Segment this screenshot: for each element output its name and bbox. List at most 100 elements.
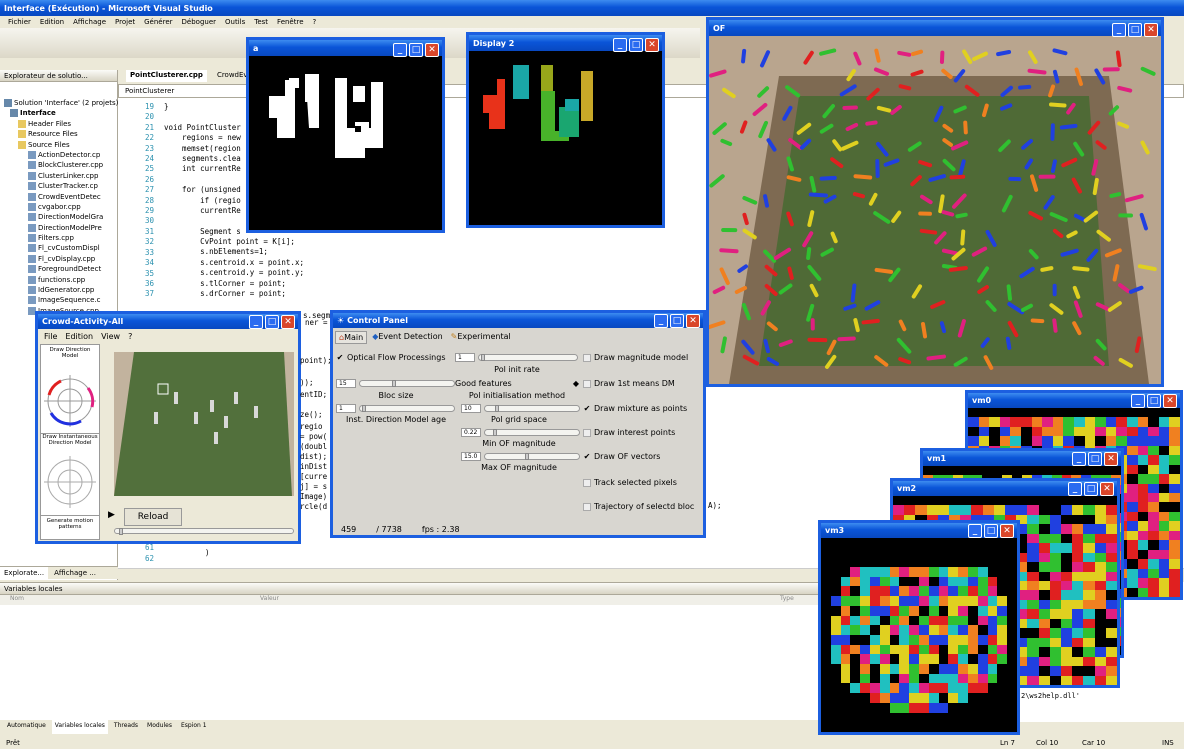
frame-slider[interactable] (114, 528, 294, 535)
minimize-icon[interactable]: _ (1112, 23, 1126, 37)
window-control-panel[interactable]: ☀ Control Panel _ □ ✕ ⌂Main ◆Event Detection… (330, 310, 706, 538)
tree-item[interactable]: Fl_cvDisplay.cpp (4, 254, 117, 264)
crowd-menu-item[interactable]: File (44, 332, 57, 341)
close-icon[interactable]: ✕ (1144, 23, 1158, 37)
menu-item[interactable]: Fenêtre (277, 18, 303, 26)
min-of-value[interactable]: 0.22 (461, 428, 481, 437)
menu-item[interactable]: Fichier (8, 18, 31, 26)
close-icon[interactable]: ✕ (1163, 394, 1177, 408)
maximize-icon[interactable]: □ (670, 314, 684, 328)
crowd-menu-item[interactable]: ? (128, 332, 132, 341)
minimize-icon[interactable]: _ (1131, 394, 1145, 408)
pol-method-select[interactable]: Good features ◆ (455, 378, 579, 389)
draw-direction-model-button[interactable]: Draw Direction Model (41, 345, 99, 371)
minimize-icon[interactable]: _ (1068, 482, 1082, 496)
tree-item[interactable]: DirectionModelGra (4, 212, 117, 222)
minimize-icon[interactable]: _ (613, 38, 627, 52)
tree-item[interactable]: IdGenerator.cpp (4, 285, 117, 295)
bottom-tab[interactable]: Modules (144, 720, 175, 734)
maximize-icon[interactable]: □ (984, 524, 998, 538)
draw-instantaneous-model-button[interactable]: Draw Instantaneous Direction Model (41, 433, 99, 451)
menu-item[interactable]: Test (254, 18, 268, 26)
tab-event-detection[interactable]: ◆Event Detection (369, 331, 445, 344)
tree-item[interactable]: Solution 'Interface' (2 projets) (4, 98, 118, 108)
cp-checkbox[interactable]: ✔ Draw mixture as points (583, 404, 688, 413)
cp-checkbox[interactable]: ✔ Draw OF vectors (583, 452, 661, 461)
close-icon[interactable]: ✕ (1000, 524, 1014, 538)
cp-checkbox[interactable]: Trajectory of selectd bloc (583, 502, 694, 511)
minimize-icon[interactable]: _ (393, 43, 407, 57)
minimize-icon[interactable]: _ (968, 524, 982, 538)
max-of-slider[interactable] (484, 453, 580, 460)
inst-age-value[interactable]: 1 (336, 404, 356, 413)
cp-checkbox[interactable]: Track selected pixels (583, 478, 677, 487)
maximize-icon[interactable]: □ (1084, 482, 1098, 496)
reload-button[interactable]: Reload (124, 508, 182, 526)
maximize-icon[interactable]: □ (1147, 394, 1161, 408)
close-icon[interactable]: ✕ (686, 314, 700, 328)
tree-item[interactable]: ClusterLinker.cpp (4, 171, 117, 181)
menu-item[interactable]: Projet (115, 18, 135, 26)
grid-space-slider[interactable] (484, 405, 580, 412)
menu-item[interactable]: ? (313, 18, 317, 26)
tab-pointclusterer[interactable]: PointClusterer.cpp (126, 70, 207, 82)
tree-item[interactable]: CrowdEventDetec (4, 192, 117, 202)
minimize-icon[interactable]: _ (249, 315, 263, 329)
bottom-tab[interactable]: Threads (111, 720, 141, 734)
min-of-slider[interactable] (484, 429, 580, 436)
window-crowd-activity[interactable]: Crowd-Activity-All _ □ ✕ File Edition View? D… (35, 311, 301, 544)
maximize-icon[interactable]: □ (629, 38, 643, 52)
tree-item[interactable]: ActionDetector.cp (4, 150, 117, 160)
window-display2[interactable]: Display 2 _ □ ✕ (466, 32, 665, 228)
grid-space-value[interactable]: 10 (461, 404, 481, 413)
tree-item[interactable]: Source Files (4, 140, 117, 150)
menu-item[interactable]: Affichage (73, 18, 106, 26)
maximize-icon[interactable]: □ (409, 43, 423, 57)
generate-motion-patterns-button[interactable]: Generate motion patterns (41, 515, 99, 530)
col-valeur[interactable]: Valeur (260, 595, 780, 605)
close-icon[interactable]: ✕ (281, 315, 295, 329)
minimize-icon[interactable]: _ (654, 314, 668, 328)
pol-init-value[interactable]: 1 (455, 353, 475, 362)
tree-item[interactable]: ForegroundDetect (4, 264, 117, 274)
bottom-tab[interactable]: Espion 1 (178, 720, 210, 734)
optical-flow-check[interactable]: ✔ Optical Flow Processings (336, 353, 446, 362)
inst-age-slider[interactable] (359, 405, 455, 412)
close-icon[interactable]: ✕ (1104, 452, 1118, 466)
menu-item[interactable]: Edition (40, 18, 64, 26)
tree-item[interactable]: ClusterTracker.cp (4, 181, 117, 191)
menu-item[interactable]: Déboguer (182, 18, 217, 26)
tree-item[interactable]: ImageSequence.c (4, 295, 117, 305)
menu-item[interactable]: Générer (144, 18, 172, 26)
tab-main[interactable]: ⌂Main (335, 331, 368, 344)
pol-init-slider[interactable] (478, 354, 578, 361)
crowd-menu-item[interactable]: Edition (65, 332, 93, 341)
bloc-size-slider[interactable] (359, 380, 455, 387)
tree-item[interactable]: Fl_cvCustomDispl (4, 243, 117, 253)
window-vm3[interactable]: vm3 _ □ ✕ (818, 520, 1020, 735)
tab-class-view[interactable]: Affichage ... (50, 567, 100, 579)
menu-item[interactable]: Outils (225, 18, 245, 26)
tree-item[interactable]: Header Files (4, 119, 117, 129)
cp-checkbox[interactable]: Draw 1st means DM (583, 379, 675, 388)
bottom-tab[interactable]: Automatique (4, 720, 49, 734)
tree-item[interactable]: Interface (4, 108, 117, 118)
cp-checkbox[interactable]: Draw magnitude model (583, 353, 688, 362)
tree-item[interactable]: DirectionModelPre (4, 223, 117, 233)
maximize-icon[interactable]: □ (1088, 452, 1102, 466)
bottom-tab[interactable]: Variables locales (51, 720, 108, 734)
bloc-size-value[interactable]: 15 (336, 379, 356, 388)
close-icon[interactable]: ✕ (1100, 482, 1114, 496)
cp-checkbox[interactable]: Draw interest points (583, 428, 675, 437)
tree-item[interactable]: Resource Files (4, 129, 117, 139)
tree-item[interactable]: functions.cpp (4, 275, 117, 285)
maximize-icon[interactable]: □ (265, 315, 279, 329)
window-a[interactable]: a _ □ ✕ (246, 37, 445, 233)
max-of-value[interactable]: 15.0 (461, 452, 481, 461)
close-icon[interactable]: ✕ (425, 43, 439, 57)
tab-experimental[interactable]: ✎Experimental (448, 331, 514, 344)
maximize-icon[interactable]: □ (1128, 23, 1142, 37)
col-nom[interactable]: Nom (0, 595, 260, 605)
minimize-icon[interactable]: _ (1072, 452, 1086, 466)
play-icon[interactable]: ▶ (108, 510, 120, 524)
